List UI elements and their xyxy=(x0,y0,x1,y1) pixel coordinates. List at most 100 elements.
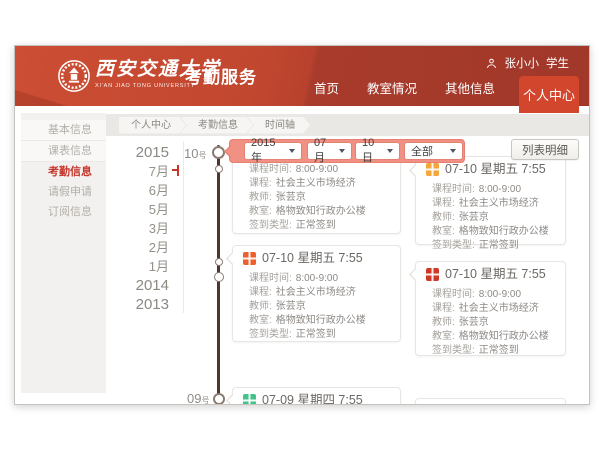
user-icon xyxy=(485,57,498,70)
field-label: 签到类型: xyxy=(432,345,475,356)
timeline-node xyxy=(214,272,224,282)
field-label: 教师: xyxy=(249,192,272,203)
field-value: 社会主义市场经济 xyxy=(459,198,539,209)
field-label: 教师: xyxy=(249,301,272,312)
attendance-card-clipped xyxy=(415,398,566,405)
field-value: 社会主义市场经济 xyxy=(276,287,356,298)
field-label: 课程: xyxy=(432,303,455,314)
sidebar-item-basic-info[interactable]: 基本信息 xyxy=(21,120,106,141)
field-value: 张芸京 xyxy=(276,301,306,312)
field-value: 张芸京 xyxy=(276,192,306,203)
field-value: 正常签到 xyxy=(479,240,519,251)
sidebar-item-schedule-info[interactable]: 课表信息 xyxy=(21,141,106,162)
attendance-card: 07-09 星期四 7:55 xyxy=(232,387,401,405)
breadcrumb-personal-center[interactable]: 个人中心 xyxy=(119,117,186,134)
field-label: 课程: xyxy=(432,198,455,209)
app-header: 西安交通大学 XI'AN JIAO TONG UNIVERSITY 考勤服务 张… xyxy=(15,46,589,106)
card-date: 07-10 星期五 7:55 xyxy=(445,266,546,283)
timeline-nav-2015[interactable]: 2015 xyxy=(115,143,169,162)
field-value: 8:00-9:00 xyxy=(296,273,338,284)
field-value: 正常签到 xyxy=(296,329,336,340)
nav-tab-personal-center[interactable]: 个人中心 xyxy=(519,76,579,113)
field-label: 签到类型: xyxy=(432,240,475,251)
timeline-node xyxy=(212,146,225,159)
nav-other-info[interactable]: 其他信息 xyxy=(431,78,509,113)
dropdown-caret-icon xyxy=(387,149,393,153)
field-label: 教室: xyxy=(432,331,455,342)
user-name: 张小小 xyxy=(505,55,540,71)
field-label: 教师: xyxy=(432,212,455,223)
timeline-nav-may[interactable]: 5月 xyxy=(115,200,169,219)
nav-home[interactable]: 首页 xyxy=(300,78,353,113)
field-value: 格物致知行政办公楼 xyxy=(276,206,366,217)
field-value: 张芸京 xyxy=(459,317,489,328)
field-label: 教室: xyxy=(249,206,272,217)
user-role: 学生 xyxy=(546,55,569,71)
timeline-node xyxy=(215,165,223,173)
field-value: 8:00-9:00 xyxy=(296,164,338,175)
card-date: 07-10 星期五 7:55 xyxy=(445,161,546,178)
timeline-nav-feb[interactable]: 2月 xyxy=(115,238,169,257)
month-select[interactable]: 07月 xyxy=(308,143,351,159)
day-select[interactable]: 10日 xyxy=(356,143,399,159)
field-label: 课程时间: xyxy=(249,273,292,284)
dropdown-caret-icon xyxy=(339,149,345,153)
timeline-nav-jun[interactable]: 6月 xyxy=(115,181,169,200)
dropdown-caret-icon xyxy=(450,149,456,153)
timeline-nav-2013[interactable]: 2013 xyxy=(115,295,169,314)
timeline-nav-mar[interactable]: 3月 xyxy=(115,219,169,238)
field-value: 格物致知行政办公楼 xyxy=(459,331,549,342)
current-month-marker xyxy=(172,165,179,176)
timeline-nav-jan[interactable]: 1月 xyxy=(115,257,169,276)
field-value: 张芸京 xyxy=(459,212,489,223)
status-badge-icon xyxy=(426,163,439,176)
page-background: 西安交通大学 XI'AN JIAO TONG UNIVERSITY 考勤服务 张… xyxy=(0,0,600,450)
field-label: 教师: xyxy=(432,317,455,328)
scope-select[interactable]: 全部 xyxy=(405,143,462,159)
user-info[interactable]: 张小小 学生 xyxy=(485,55,570,71)
sidebar-item-leave-request[interactable]: 请假申请 xyxy=(21,182,106,202)
timeline-node xyxy=(215,258,223,266)
breadcrumb: 个人中心 考勤信息 时间轴 xyxy=(106,114,589,136)
breadcrumb-timeline[interactable]: 时间轴 xyxy=(247,117,310,134)
card-date: 07-10 星期五 7:55 xyxy=(262,250,363,267)
attendance-card: 07-10 星期五 7:55 课程时间: 8:00-9:00 课程: 社会主义市场经… xyxy=(415,261,566,356)
field-label: 签到类型: xyxy=(249,220,292,231)
list-detail-button[interactable]: 列表明细 xyxy=(511,139,579,160)
date-filter-bar: 2015年 07月 10日 全部 xyxy=(229,139,465,163)
field-label: 课程: xyxy=(249,287,272,298)
app-title: 考勤服务 xyxy=(185,63,257,88)
attendance-card: 07-10 星期五 7:55 课程时间:8:00-9:00 课程:社会主义市场经… xyxy=(415,156,566,245)
sidebar-item-subscription-info[interactable]: 订阅信息 xyxy=(21,202,106,222)
timeline-nav-divider xyxy=(183,141,184,313)
status-badge-icon xyxy=(243,394,256,405)
sidebar: 基本信息 课表信息 考勤信息 请假申请 订阅信息 xyxy=(21,113,106,393)
field-value: 正常签到 xyxy=(479,345,519,356)
timeline-nav-2014[interactable]: 2014 xyxy=(115,276,169,295)
day-marker-09: 09号 xyxy=(187,391,209,405)
field-label: 课程时间: xyxy=(432,289,475,300)
nav-classrooms[interactable]: 教室情况 xyxy=(353,78,431,113)
timeline-nav-jul[interactable]: 7月 xyxy=(115,162,169,181)
year-select[interactable]: 2015年 xyxy=(245,143,301,159)
card-date: 07-09 星期四 7:55 xyxy=(262,392,363,405)
timeline-year-month-nav: 2015 7月 6月 5月 3月 2月 1月 2014 2013 xyxy=(115,143,169,314)
status-badge-icon xyxy=(243,252,256,265)
app-window: 西安交通大学 XI'AN JIAO TONG UNIVERSITY 考勤服务 张… xyxy=(14,45,590,405)
dropdown-caret-icon xyxy=(289,149,295,153)
university-logo-icon xyxy=(57,59,91,98)
breadcrumb-attendance-info[interactable]: 考勤信息 xyxy=(180,117,253,134)
field-value: 社会主义市场经济 xyxy=(459,303,539,314)
field-label: 课程: xyxy=(249,178,272,189)
field-value: 8:00-9:00 xyxy=(479,289,521,300)
field-label: 教室: xyxy=(249,315,272,326)
timeline-node xyxy=(213,393,225,405)
main-nav: 首页 教室情况 其他信息 个人中心 xyxy=(300,76,579,113)
field-value: 社会主义市场经济 xyxy=(276,178,356,189)
filter-bar-arrow xyxy=(224,145,237,158)
sidebar-item-attendance-info[interactable]: 考勤信息 xyxy=(21,162,106,182)
field-value: 格物致知行政办公楼 xyxy=(276,315,366,326)
field-value: 格物致知行政办公楼 xyxy=(459,226,549,237)
status-badge-icon xyxy=(426,268,439,281)
field-label: 签到类型: xyxy=(249,329,292,340)
